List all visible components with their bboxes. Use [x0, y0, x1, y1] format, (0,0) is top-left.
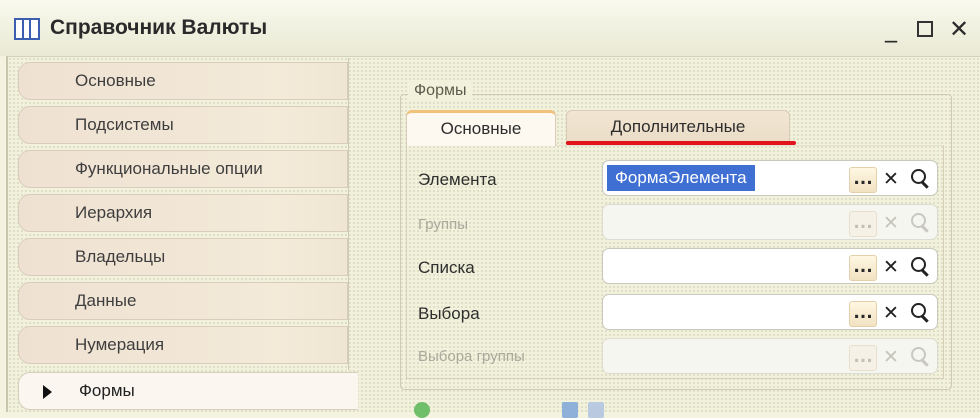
maximize-icon	[917, 21, 933, 37]
clear-button[interactable]: ✕	[879, 255, 903, 279]
sidebar-item-formy[interactable]: Формы	[18, 372, 358, 410]
clear-button: ✕	[883, 346, 899, 368]
element-form-field[interactable]: ФормаЭлемента ... ✕	[602, 160, 938, 196]
sidebar-item-vladeltsy[interactable]: Владельцы	[18, 238, 348, 276]
tab-osnovnye[interactable]: Основные	[406, 110, 556, 146]
field-label-element: Элемента	[418, 170, 497, 189]
sidebar-divider	[348, 58, 349, 370]
green-circle-icon[interactable]	[414, 402, 430, 418]
group-form-field: ... ✕	[602, 204, 938, 240]
close-button[interactable]: ✕	[944, 14, 974, 44]
search-icon[interactable]	[907, 254, 933, 280]
group-choice-form-field: ... ✕	[602, 338, 938, 374]
window-title: Справочник Валюты	[50, 16, 268, 39]
search-icon	[907, 344, 933, 370]
clear-button: ✕	[883, 212, 899, 234]
select-button: ...	[849, 345, 877, 371]
sidebar-item-ierarkhiya[interactable]: Иерархия	[18, 194, 348, 232]
sidebar-item-label: Основные	[75, 71, 156, 90]
sidebar-item-label: Иерархия	[75, 203, 153, 222]
sidebar-item-funktsionalnye-optsii[interactable]: Функциональные опции	[18, 150, 348, 188]
list-form-field[interactable]: ... ✕	[602, 248, 938, 284]
sidebar-item-label: Формы	[79, 381, 135, 400]
clear-button[interactable]: ✕	[879, 167, 903, 191]
sidebar-item-label: Данные	[75, 291, 137, 310]
document-icon[interactable]	[588, 402, 604, 418]
select-button[interactable]: ...	[849, 167, 877, 193]
select-button[interactable]: ...	[849, 255, 877, 281]
title-bar: Справочник Валюты _ ✕	[0, 0, 980, 56]
sidebar-item-podsistemy[interactable]: Подсистемы	[18, 106, 348, 144]
field-label-group-choice: Выбора группы	[418, 348, 525, 365]
clear-button[interactable]: ✕	[879, 301, 903, 325]
element-form-value: ФормаЭлемента	[607, 165, 755, 191]
search-icon[interactable]	[907, 300, 933, 326]
select-button: ...	[849, 211, 877, 237]
catalog-table-icon	[14, 18, 40, 40]
select-button[interactable]: ...	[849, 301, 877, 327]
sidebar-item-label: Нумерация	[75, 335, 165, 354]
bottom-toolbar-partial	[412, 398, 652, 418]
search-icon	[907, 210, 933, 236]
sidebar-item-osnovnye[interactable]: Основные	[18, 62, 348, 100]
field-label-choice: Выбора	[418, 304, 480, 323]
maximize-button[interactable]	[910, 14, 940, 44]
field-label-list: Списка	[418, 258, 475, 277]
sidebar-item-label: Подсистемы	[75, 115, 174, 134]
triangle-right-icon	[43, 385, 52, 399]
search-icon[interactable]	[907, 166, 933, 192]
minimize-button[interactable]: _	[876, 14, 906, 44]
sidebar-item-dannye[interactable]: Данные	[18, 282, 348, 320]
sidebar-item-numeratsiya[interactable]: Нумерация	[18, 326, 348, 364]
field-label-group: Группы	[418, 216, 468, 233]
sidebar-item-label: Владельцы	[75, 247, 166, 266]
choice-form-field[interactable]: ... ✕	[602, 294, 938, 330]
sidebar-item-label: Функциональные опции	[75, 159, 263, 178]
blue-square-icon[interactable]	[562, 402, 578, 418]
sidebar-nav: Основные Подсистемы Функциональные опции…	[18, 60, 358, 412]
forms-group-title: Формы	[408, 82, 473, 100]
